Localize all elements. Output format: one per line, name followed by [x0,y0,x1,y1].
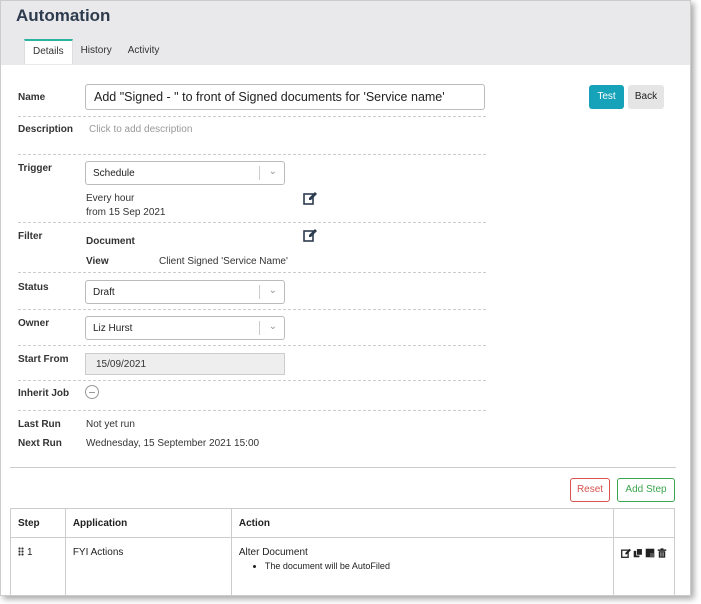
edit-icon[interactable] [303,228,317,242]
trigger-select-value: Schedule [93,168,135,179]
tab-bar: Details History Activity [24,39,167,64]
row-actions-cell [613,537,675,595]
select-separator [259,285,260,299]
owner-select[interactable]: Liz Hurst ⌄ [85,316,285,340]
action-cell: Alter Document The document will be Auto… [230,537,615,595]
start-from-label: Start From [18,354,69,365]
drag-handle-icon[interactable] [18,547,24,556]
column-header-step: Step [10,508,66,538]
copy-icon[interactable] [633,548,643,558]
description-label: Description [18,124,74,135]
application-cell: FYI Actions [64,537,232,595]
step-cell: 1 [10,537,66,595]
last-run-label: Last Run [18,419,61,430]
action-detail: The document will be AutoFiled [265,561,606,571]
chevron-down-icon: ⌄ [268,321,277,332]
filter-entity: Document [86,236,135,247]
inherit-job-label: Inherit Job [18,388,70,399]
tab-activity[interactable]: Activity [120,39,168,64]
last-run-value: Not yet run [86,419,135,430]
chevron-down-icon: ⌄ [268,166,277,177]
trigger-select[interactable]: Schedule ⌄ [85,161,285,185]
tab-details[interactable]: Details [24,39,73,64]
table-row: 1 FYI Actions Alter Document The documen… [10,537,675,595]
owner-select-value: Liz Hurst [93,323,133,334]
filter-label: Filter [18,231,43,242]
divider [18,380,486,381]
steps-table: Step Application Action 1 FYI Actions Al… [10,508,675,595]
status-label: Status [18,282,49,293]
trigger-label: Trigger [18,163,52,174]
name-input[interactable]: Add "Signed - " to front of Signed docum… [85,84,485,110]
divider [18,272,486,273]
inherit-job-toggle[interactable] [85,385,99,399]
column-header-tools [613,508,675,538]
column-header-application: Application [64,508,232,538]
page-title: Automation [16,6,111,25]
row-actions [621,548,667,558]
select-separator [259,321,260,335]
reset-button[interactable]: Reset [570,478,610,502]
trash-icon[interactable] [657,548,667,558]
filter-view-label: View [86,256,109,267]
next-run-value: Wednesday, 15 September 2021 15:00 [86,438,260,449]
tab-history[interactable]: History [73,39,120,64]
action-detail-list: The document will be AutoFiled [239,561,606,571]
automation-window: Automation Details History Activity Name… [0,0,691,596]
description-input[interactable]: Click to add description [89,124,192,135]
step-number: 1 [27,547,33,558]
edit-icon[interactable] [303,191,317,205]
section-divider [10,467,676,468]
column-header-action: Action [230,508,615,538]
edit-icon[interactable] [621,548,631,558]
back-button[interactable]: Back [628,85,664,109]
status-select-value: Draft [93,287,115,298]
clone-icon[interactable] [645,548,655,558]
action-title: Alter Document [238,547,308,558]
trigger-start: from 15 Sep 2021 [86,207,166,218]
test-button[interactable]: Test [589,85,624,109]
divider [18,154,486,155]
start-from-input[interactable]: 15/09/2021 [85,353,285,375]
divider [18,410,486,411]
trigger-frequency: Every hour [86,193,135,204]
page-header: Automation Details History Activity [1,1,690,65]
divider [18,222,486,223]
add-step-button[interactable]: Add Step [617,478,675,502]
name-label: Name [18,92,46,103]
owner-label: Owner [18,318,50,329]
divider [18,345,486,346]
select-separator [259,166,260,180]
filter-view-value: Client Signed 'Service Name' [159,256,288,267]
next-run-label: Next Run [18,438,62,449]
divider [18,116,486,117]
table-header-row: Step Application Action [10,508,675,538]
divider [18,309,486,310]
status-select[interactable]: Draft ⌄ [85,280,285,304]
chevron-down-icon: ⌄ [268,285,277,296]
